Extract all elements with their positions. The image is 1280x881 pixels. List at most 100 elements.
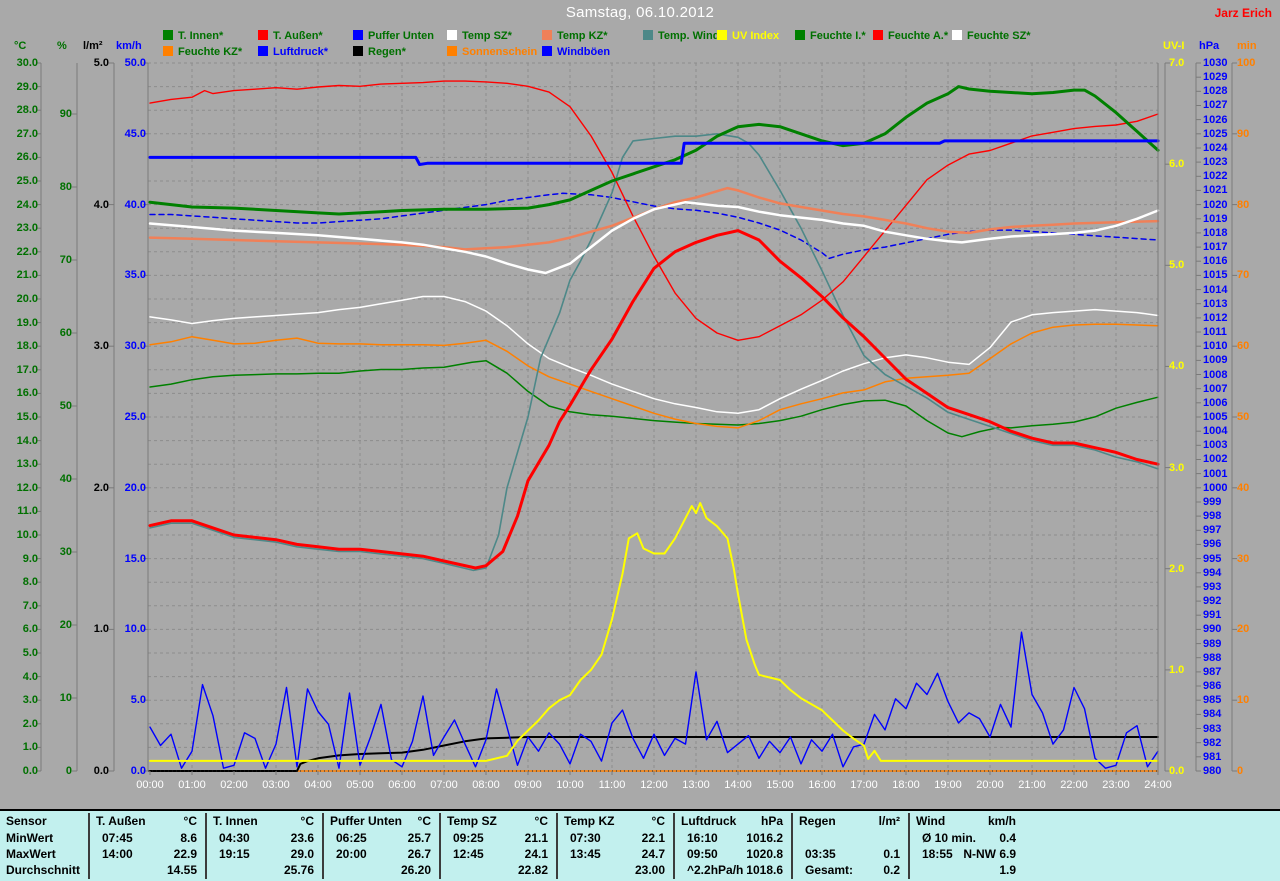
table-row-label: Durchschnitt	[6, 863, 81, 877]
axis-tick-label: 981	[1203, 750, 1222, 763]
axis-tick-label: 993	[1203, 580, 1222, 593]
axis-tick-label: 1023	[1203, 156, 1228, 169]
table-sensor-unit: °C	[534, 814, 548, 828]
axis-tick-label: 50	[59, 400, 72, 412]
axis-tick-label: 1013	[1203, 297, 1228, 310]
series-uv-index	[149, 502, 1159, 762]
axis-tick-label: 8.0	[22, 576, 38, 589]
axis-tick-label: 40	[1237, 481, 1250, 494]
axis-tick-label: 992	[1203, 595, 1222, 608]
x-axis-tick-label: 18:00	[892, 779, 920, 791]
axis-tick-label: 80	[59, 181, 72, 193]
table-min-value: 1016.2	[746, 831, 783, 845]
axis-tick-label: 10	[59, 692, 72, 704]
axis-tick-label: 30.0	[124, 340, 146, 353]
table-sensor-unit: °C	[417, 814, 431, 828]
table-max-value: 26.7	[407, 847, 431, 861]
x-axis-tick-label: 11:00	[598, 779, 626, 791]
axis-tick-label: 988	[1203, 651, 1222, 664]
axis-tick-label: 45.0	[124, 127, 146, 140]
axis-tick-label: 1028	[1203, 85, 1228, 98]
axis-tick-label: 10.0	[124, 623, 146, 636]
axis-tick-label: 1026	[1203, 113, 1228, 126]
axis-tick-label: 15.0	[124, 552, 146, 565]
axis-tick-label: 20.0	[124, 481, 146, 494]
axis-tick-label: 10	[1237, 694, 1250, 707]
axis-tick-label: 1012	[1203, 311, 1228, 324]
table-min-value: 21.1	[524, 831, 548, 845]
axis-tick-label: 27.0	[16, 127, 38, 140]
axis-tick-label: 7.0	[22, 599, 38, 612]
table-column-divider	[205, 813, 207, 879]
table-avg-value: 22.82	[517, 863, 548, 877]
table-sensor-unit: l/m²	[878, 814, 900, 828]
axis-tick-label: 1022	[1203, 170, 1228, 183]
axis-tick-label: 100	[1237, 57, 1256, 69]
table-sensor-unit: °C	[183, 814, 197, 828]
x-axis-tick-label: 14:00	[724, 779, 752, 791]
axis-tick-label: 1027	[1203, 99, 1228, 112]
axis-tick-label: 30	[1237, 552, 1250, 565]
axis-tick-label: 13.0	[16, 458, 38, 471]
axis-tick-label: 40.0	[124, 198, 146, 211]
x-axis-tick-label: 19:00	[934, 779, 962, 791]
table-column-divider	[439, 813, 441, 879]
axis-tick-label: 999	[1203, 495, 1222, 508]
axis-tick-label: 30.0	[16, 57, 38, 69]
axis-tick-label: 18.0	[16, 340, 38, 353]
x-axis-tick-label: 10:00	[556, 779, 584, 791]
axis-tick-label: 1018	[1203, 226, 1228, 239]
axis-tick-label: 1001	[1203, 467, 1228, 480]
axis-tick-label: 1008	[1203, 368, 1228, 381]
axis-tick-label: 50.0	[124, 57, 146, 69]
x-axis-tick-label: 04:00	[304, 779, 332, 791]
axis-tick-label: 994	[1203, 566, 1222, 579]
axis-tick-label: 983	[1203, 722, 1222, 735]
axis-tick-label: 20.0	[16, 293, 38, 305]
table-min-value: 25.7	[407, 831, 431, 845]
axis-tick-label: 30	[59, 546, 72, 558]
x-axis-tick-label: 17:00	[850, 779, 878, 791]
axis-tick-label: 35.0	[124, 269, 146, 282]
x-axis-tick-label: 06:00	[388, 779, 416, 791]
x-axis-tick-label: 13:00	[682, 779, 710, 791]
table-avg-value: 26.20	[400, 863, 431, 877]
table-sensor-unit: hPa	[760, 814, 783, 828]
x-axis-tick-label: 16:00	[808, 779, 836, 791]
axis-tick-label: 1019	[1203, 212, 1228, 225]
x-axis-tick-label: 24:00	[1144, 779, 1172, 791]
axis-tick-label: 29.0	[16, 80, 38, 93]
table-column-divider	[673, 813, 675, 879]
axis-tick-label: 996	[1203, 538, 1222, 551]
axis-tick-label: 70	[59, 254, 72, 266]
axis-tick-label: 16.0	[16, 387, 38, 400]
axis-tick-label: 10.0	[16, 529, 38, 541]
axis-tick-label: 984	[1203, 708, 1222, 721]
table-min-value: 8.6	[180, 831, 197, 845]
table-max-value: 0.1	[883, 847, 900, 861]
axis-tick-label: 1016	[1203, 255, 1228, 268]
x-axis-tick-label: 00:00	[136, 779, 164, 791]
axis-tick-label: 1.0	[22, 741, 38, 754]
axis-tick-label: 1007	[1203, 382, 1228, 395]
axis-tick-label: 11.0	[17, 505, 38, 518]
x-axis-tick-label: 23:00	[1102, 779, 1130, 791]
table-max-value: N-NW 6.9	[963, 847, 1016, 861]
axis-tick-label: 1006	[1203, 396, 1228, 409]
axis-tick-label: 21.0	[16, 269, 38, 282]
table-min-value: 22.1	[641, 831, 665, 845]
axis-tick-label: 5.0	[22, 647, 38, 659]
table-column-divider	[322, 813, 324, 879]
axis-tick-label: 26.0	[16, 151, 38, 164]
axis-tick-label: 80	[1237, 198, 1250, 211]
x-axis-tick-label: 21:00	[1018, 779, 1046, 791]
axis-tick-label: 1003	[1203, 439, 1228, 452]
axis-tick-label: 1009	[1203, 354, 1228, 367]
axis-tick-label: 1014	[1203, 283, 1228, 296]
axis-tick-label: 987	[1203, 665, 1222, 678]
axis-tick-label: 986	[1203, 680, 1222, 693]
table-avg-value: 14.55	[166, 863, 197, 877]
weather-app-screen: Samstag, 06.10.2012 Jarz Erich T. Innen*…	[0, 0, 1280, 881]
axis-tick-label: 1017	[1203, 241, 1228, 254]
x-axis-tick-label: 12:00	[640, 779, 668, 791]
